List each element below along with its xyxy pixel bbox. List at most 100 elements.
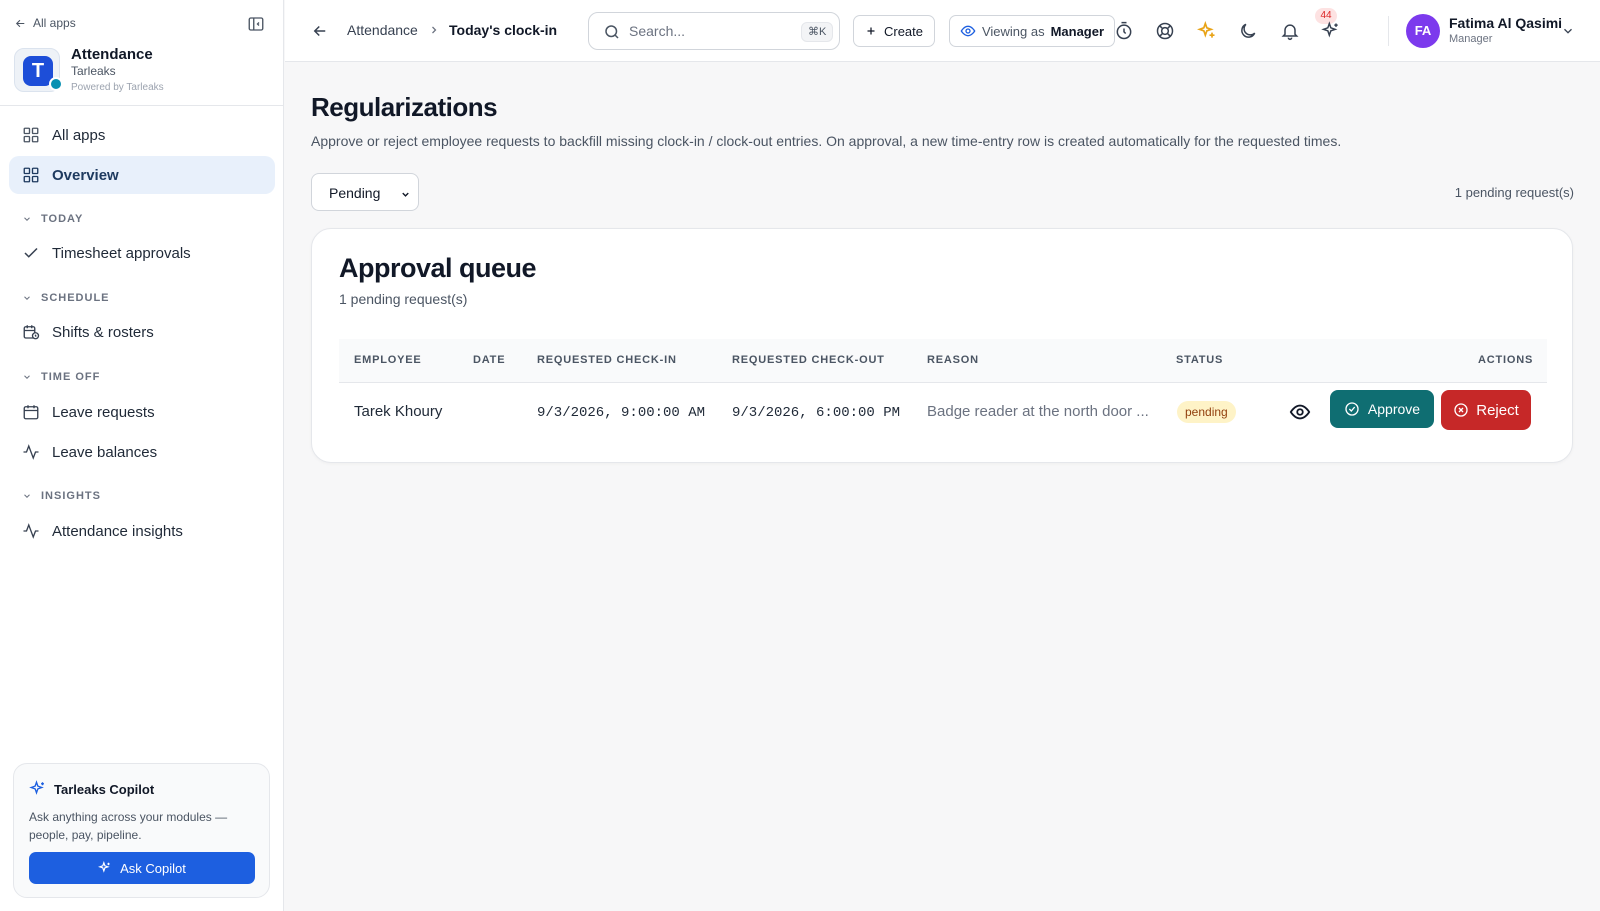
sidebar-item-timesheet-approvals[interactable]: Timesheet approvals bbox=[9, 234, 275, 272]
table-row: Tarek Khoury 9/3/2026, 9:00:00 AM 9/3/20… bbox=[339, 383, 1547, 441]
grid-icon bbox=[23, 127, 39, 143]
copilot-button[interactable] bbox=[1321, 21, 1341, 41]
page-description: Approve or reject employee requests to b… bbox=[311, 133, 1342, 149]
sidebar-item-overview[interactable]: Overview bbox=[9, 156, 275, 194]
approval-queue-subtitle: 1 pending request(s) bbox=[339, 291, 468, 307]
copilot-title: Tarleaks Copilot bbox=[54, 782, 155, 797]
all-apps-link-label: All apps bbox=[33, 16, 76, 30]
sparkles-icon bbox=[98, 861, 110, 873]
user-role: Manager bbox=[1449, 33, 1493, 45]
help-button[interactable] bbox=[1155, 21, 1175, 41]
sidebar-item-shifts-rosters[interactable]: Shifts & rosters bbox=[9, 313, 275, 351]
ask-copilot-label: Ask Copilot bbox=[120, 860, 186, 876]
arrow-left-icon bbox=[313, 25, 326, 37]
breadcrumb-attendance[interactable]: Attendance bbox=[347, 22, 418, 38]
approval-queue-title: Approval queue bbox=[339, 253, 537, 283]
status-filter-select[interactable]: Pending bbox=[311, 173, 419, 211]
calendar-clock-icon bbox=[23, 325, 40, 340]
theme-toggle-button[interactable] bbox=[1238, 21, 1258, 41]
create-label: Create bbox=[883, 23, 924, 39]
app-org: Tarleaks bbox=[71, 64, 116, 78]
search-input[interactable] bbox=[629, 21, 789, 41]
column-header-reason: REASON bbox=[927, 354, 979, 366]
copilot-card: Tarleaks Copilot Ask anything across you… bbox=[13, 763, 270, 898]
chevron-down-icon bbox=[24, 375, 30, 379]
sidebar-item-label: All apps bbox=[52, 126, 106, 144]
status-badge: pending bbox=[1177, 401, 1236, 423]
column-header-actions: ACTIONS bbox=[1478, 354, 1534, 366]
activity-icon bbox=[23, 523, 39, 539]
search-icon bbox=[605, 25, 619, 39]
viewing-as-switcher[interactable]: Viewing as Manager bbox=[949, 15, 1115, 47]
column-header-date: DATE bbox=[473, 354, 506, 366]
arrow-left-icon bbox=[15, 19, 25, 27]
bell-icon bbox=[1281, 24, 1299, 41]
eye-icon bbox=[1289, 404, 1311, 420]
ai-sparkle-button[interactable] bbox=[1196, 20, 1217, 41]
viewing-as-role: Manager bbox=[1050, 23, 1105, 39]
activity-icon bbox=[23, 444, 39, 460]
reject-label: Reject bbox=[1476, 401, 1519, 419]
sidebar-item-label: Overview bbox=[52, 166, 119, 184]
section-schedule-toggle[interactable]: SCHEDULE bbox=[22, 292, 110, 304]
chevron-down-icon bbox=[24, 217, 30, 221]
section-title: TODAY bbox=[41, 213, 84, 225]
breadcrumb-current: Today's clock-in bbox=[449, 22, 558, 38]
chevron-down-icon bbox=[24, 296, 30, 300]
app-logo: T bbox=[14, 48, 63, 92]
sidebar-item-leave-balances[interactable]: Leave balances bbox=[9, 433, 275, 471]
collapse-sidebar-button[interactable] bbox=[247, 15, 265, 33]
back-button[interactable] bbox=[311, 22, 329, 45]
moon-icon bbox=[1241, 23, 1256, 38]
grid-icon bbox=[23, 167, 39, 183]
app-name: Attendance bbox=[71, 46, 153, 63]
sparkles-icon bbox=[29, 780, 44, 795]
chevron-right-icon bbox=[432, 26, 437, 34]
clock-badge-icon bbox=[49, 77, 63, 91]
ask-copilot-button[interactable]: Ask Copilot bbox=[29, 852, 255, 884]
table-header: EMPLOYEE DATE REQUESTED CHECK-IN REQUEST… bbox=[339, 339, 1547, 383]
section-insights-toggle[interactable]: INSIGHTS bbox=[22, 490, 101, 502]
approve-button[interactable]: Approve bbox=[1330, 390, 1434, 428]
timer-icon bbox=[1116, 21, 1132, 40]
sidebar-toggle-icon bbox=[248, 17, 264, 31]
reject-button[interactable]: Reject bbox=[1441, 390, 1531, 430]
column-header-check-in: REQUESTED CHECK-IN bbox=[537, 354, 677, 366]
approval-queue-card: Approval queue 1 pending request(s) EMPL… bbox=[311, 228, 1573, 463]
page-title: Regularizations bbox=[311, 92, 498, 122]
app-powered-by: Powered by Tarleaks bbox=[71, 82, 164, 93]
sidebar-item-label: Timesheet approvals bbox=[52, 244, 191, 262]
copilot-description: Ask anything across your modules — peopl… bbox=[29, 810, 228, 842]
user-name[interactable]: Fatima Al Qasimi bbox=[1449, 15, 1562, 31]
cell-check-out: 9/3/2026, 6:00:00 PM bbox=[732, 405, 901, 421]
user-avatar[interactable]: FA bbox=[1406, 14, 1440, 48]
sidebar-item-attendance-insights[interactable]: Attendance insights bbox=[9, 512, 275, 550]
create-button[interactable]: Create bbox=[853, 15, 935, 47]
sidebar-item-label: Leave requests bbox=[52, 403, 155, 421]
search-box[interactable]: ⌘K bbox=[588, 12, 840, 50]
calendar-icon bbox=[23, 405, 39, 420]
notifications-button[interactable] bbox=[1280, 21, 1300, 41]
sidebar-item-leave-requests[interactable]: Leave requests bbox=[9, 393, 275, 431]
lifebuoy-icon bbox=[1156, 22, 1174, 40]
chevron-down-icon bbox=[24, 494, 30, 498]
all-apps-back-link[interactable]: All apps bbox=[14, 16, 76, 30]
view-request-button[interactable] bbox=[1289, 401, 1311, 423]
section-title: TIME OFF bbox=[41, 371, 101, 383]
sidebar-item-label: Attendance insights bbox=[52, 522, 183, 540]
x-circle-icon bbox=[1454, 403, 1468, 417]
column-header-check-out: REQUESTED CHECK-OUT bbox=[732, 354, 885, 366]
timer-button[interactable] bbox=[1114, 21, 1134, 41]
pending-count: 1 pending request(s) bbox=[1454, 185, 1574, 200]
section-time-off-toggle[interactable]: TIME OFF bbox=[22, 371, 100, 383]
eye-icon bbox=[960, 25, 976, 37]
chevron-down-icon[interactable] bbox=[1561, 24, 1575, 38]
status-filter-value: Pending bbox=[329, 185, 381, 201]
cell-check-in: 9/3/2026, 9:00:00 AM bbox=[537, 405, 706, 421]
section-title: SCHEDULE bbox=[41, 292, 110, 304]
section-today-toggle[interactable]: TODAY bbox=[22, 213, 83, 225]
topbar-divider bbox=[1388, 16, 1389, 46]
cell-employee: Tarek Khoury bbox=[354, 403, 443, 420]
chevron-down-icon bbox=[402, 192, 409, 197]
sidebar-item-all-apps[interactable]: All apps bbox=[9, 116, 275, 154]
